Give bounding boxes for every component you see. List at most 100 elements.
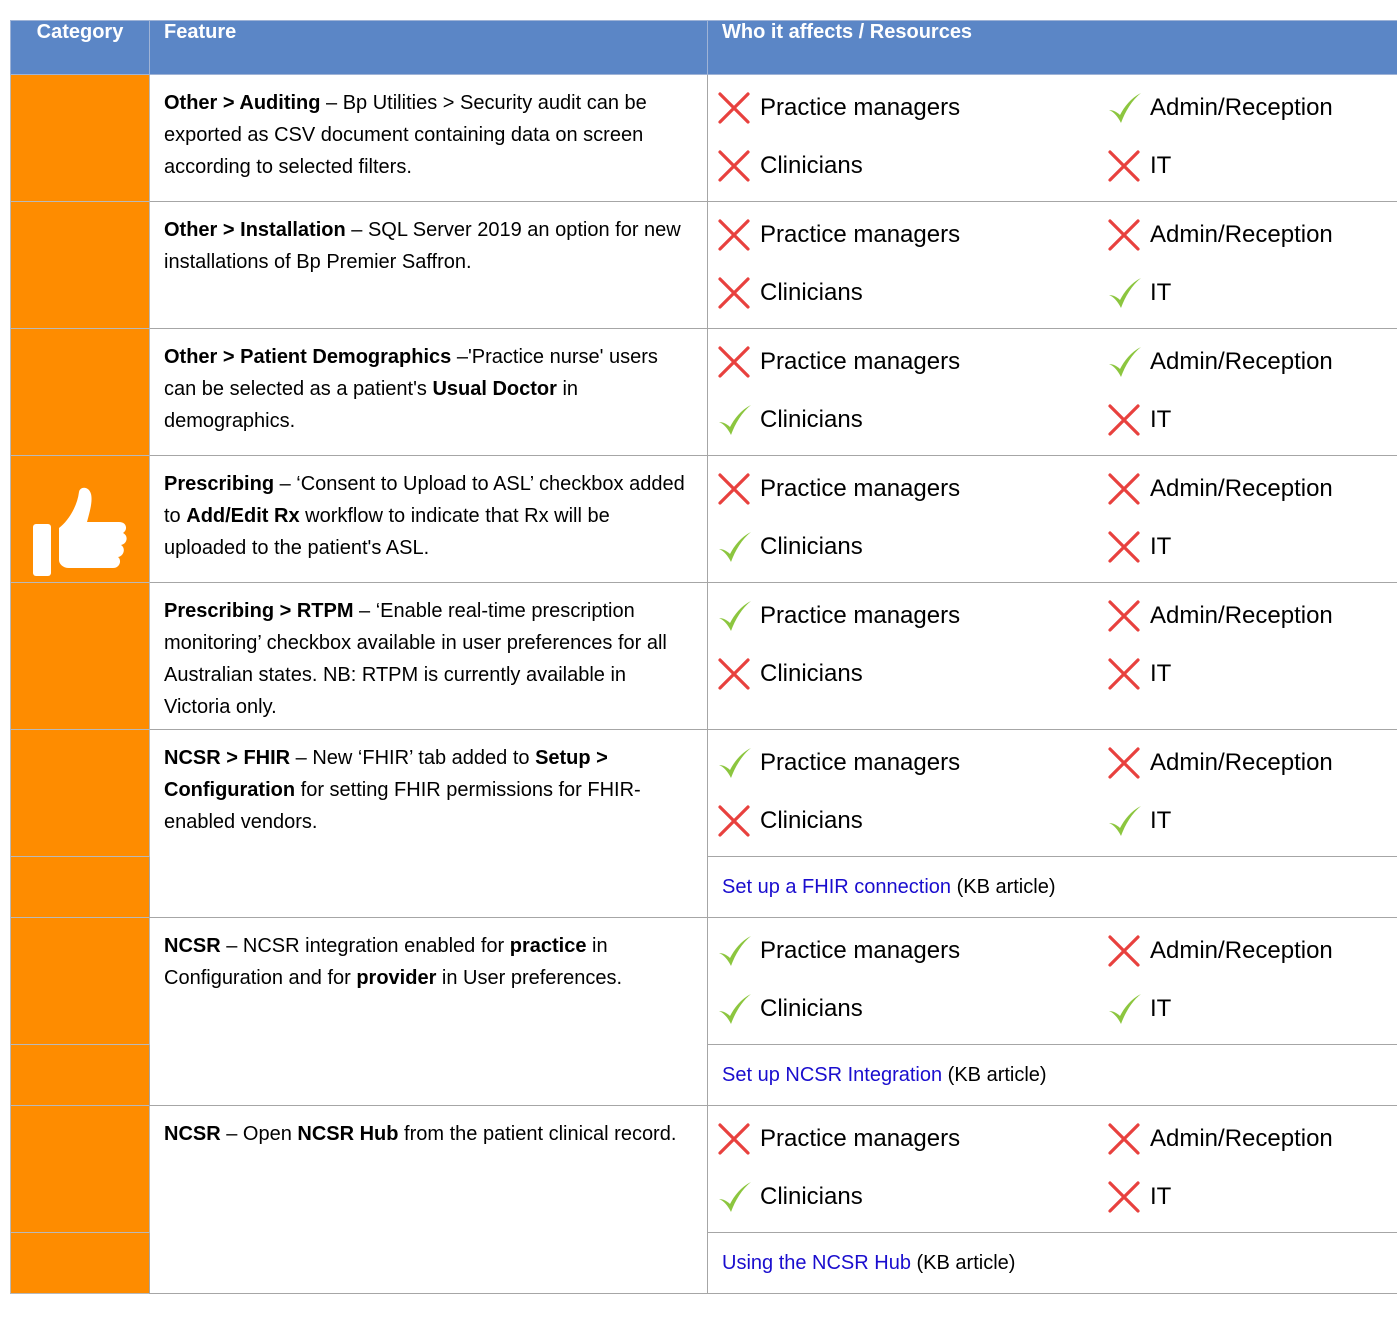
role-clin: Clinicians	[716, 264, 1106, 322]
role-label: Practice managers	[760, 602, 961, 629]
table-row: NCSR – Open NCSR Hub from the patient cl…	[10, 1105, 1397, 1294]
check-icon	[1106, 344, 1150, 380]
feature-cell: Other > Patient Demographics –'Practice …	[149, 328, 708, 456]
role-admin: Admin/Reception	[1106, 460, 1397, 518]
feature-emphasis: Other > Installation	[164, 219, 346, 241]
role-clin: Clinicians	[716, 518, 1106, 576]
role-label: Practice managers	[760, 475, 961, 502]
role-label: IT	[1150, 406, 1172, 433]
role-clin: Clinicians	[716, 645, 1106, 703]
feature-cell: Other > Installation – SQL Server 2019 a…	[149, 201, 708, 329]
role-admin: Admin/Reception	[1106, 587, 1397, 645]
check-icon	[716, 529, 760, 565]
role-label: Practice managers	[760, 94, 961, 121]
role-clin: Clinicians	[716, 137, 1106, 195]
cross-icon	[1106, 1179, 1150, 1215]
role-label: Practice managers	[760, 1125, 961, 1152]
cross-icon	[716, 803, 760, 839]
who-affects-cell: Practice managers Admin/Reception Clinicia…	[707, 74, 1397, 202]
role-it: IT	[1106, 645, 1397, 703]
resource-cell: Using the NCSR Hub (KB article)	[707, 1232, 1397, 1294]
feature-text: – New ‘FHIR’ tab added to	[290, 747, 536, 769]
role-label: Admin/Reception	[1150, 602, 1333, 629]
role-label: Admin/Reception	[1150, 348, 1333, 375]
category-cell	[10, 1105, 150, 1233]
kb-article-link[interactable]: Set up NCSR Integration	[722, 1064, 942, 1086]
cross-icon	[716, 471, 760, 507]
check-icon	[716, 745, 760, 781]
role-label: Admin/Reception	[1150, 1125, 1333, 1152]
feature-emphasis: NCSR Hub	[297, 1123, 399, 1145]
feature-emphasis: Prescribing	[164, 473, 275, 495]
feature-text: – NCSR integration enabled for	[220, 935, 510, 957]
role-label: Admin/Reception	[1150, 475, 1333, 502]
cross-icon	[716, 148, 760, 184]
resource-cell: Set up a FHIR connection (KB article)	[707, 856, 1397, 918]
role-clin: Clinicians	[716, 1168, 1106, 1226]
check-icon	[716, 933, 760, 969]
who-affects-cell: Practice managers Admin/Reception Clinicia…	[707, 729, 1397, 857]
role-label: Clinicians	[760, 995, 863, 1022]
table-row: Prescribing > RTPM – ‘Enable real-time p…	[10, 582, 1397, 730]
role-admin: Admin/Reception	[1106, 922, 1397, 980]
role-clin: Clinicians	[716, 792, 1106, 850]
who-affects-grid: Practice managers Admin/Reception Clinicia…	[716, 460, 1397, 576]
role-label: Practice managers	[760, 348, 961, 375]
table-row: NCSR – NCSR integration enabled for prac…	[10, 917, 1397, 1106]
feature-cell: Prescribing – ‘Consent to Upload to ASL’…	[149, 455, 708, 583]
role-pm: Practice managers	[716, 734, 1106, 792]
feature-cell: NCSR – Open NCSR Hub from the patient cl…	[149, 1105, 708, 1294]
who-affects-grid: Practice managers Admin/Reception Clinicia…	[716, 79, 1397, 195]
cross-icon	[1106, 1121, 1150, 1157]
who-affects-grid: Practice managers Admin/Reception Clinicia…	[716, 206, 1397, 322]
check-icon	[1106, 90, 1150, 126]
check-icon	[1106, 275, 1150, 311]
category-cell	[10, 74, 150, 202]
category-cell	[10, 201, 150, 329]
who-affects-cell: Practice managers Admin/Reception Clinicia…	[707, 582, 1397, 730]
role-pm: Practice managers	[716, 79, 1106, 137]
feature-cell: NCSR – NCSR integration enabled for prac…	[149, 917, 708, 1106]
who-affects-cell: Practice managers Admin/Reception Clinicia…	[707, 1105, 1397, 1233]
who-affects-grid: Practice managers Admin/Reception Clinicia…	[716, 922, 1397, 1038]
cross-icon	[716, 275, 760, 311]
role-admin: Admin/Reception	[1106, 1110, 1397, 1168]
category-cell	[10, 582, 150, 730]
check-icon	[716, 991, 760, 1027]
role-label: IT	[1150, 279, 1172, 306]
role-label: Clinicians	[760, 152, 863, 179]
cross-icon	[716, 344, 760, 380]
category-cell	[10, 917, 150, 1045]
table-row: Other > Patient Demographics –'Practice …	[10, 328, 1397, 456]
header-who-affects: Who it affects / Resources	[707, 20, 1397, 75]
role-admin: Admin/Reception	[1106, 734, 1397, 792]
who-affects-cell: Practice managers Admin/Reception Clinicia…	[707, 201, 1397, 329]
kb-article-link[interactable]: Set up a FHIR connection	[722, 876, 951, 898]
feature-cell: Prescribing > RTPM – ‘Enable real-time p…	[149, 582, 708, 730]
category-cell	[10, 856, 150, 918]
check-icon	[1106, 803, 1150, 839]
role-label: IT	[1150, 533, 1172, 560]
who-affects-grid: Practice managers Admin/Reception Clinicia…	[716, 734, 1397, 850]
table-row: Other > Auditing – Bp Utilities > Securi…	[10, 74, 1397, 202]
check-icon	[716, 598, 760, 634]
table-row: Prescribing – ‘Consent to Upload to ASL’…	[10, 455, 1397, 583]
cross-icon	[716, 656, 760, 692]
header-category: Category	[10, 20, 150, 75]
feature-emphasis: Prescribing > RTPM	[164, 600, 354, 622]
role-it: IT	[1106, 264, 1397, 322]
kb-article-suffix: (KB article)	[942, 1063, 1047, 1086]
cross-icon	[1106, 148, 1150, 184]
role-it: IT	[1106, 792, 1397, 850]
role-admin: Admin/Reception	[1106, 79, 1397, 137]
feature-emphasis: Usual Doctor	[432, 378, 557, 400]
who-affects-cell: Practice managers Admin/Reception Clinicia…	[707, 455, 1397, 583]
cross-icon	[1106, 402, 1150, 438]
table-row: Other > Installation – SQL Server 2019 a…	[10, 201, 1397, 329]
cross-icon	[1106, 656, 1150, 692]
who-affects-cell: Practice managers Admin/Reception Clinicia…	[707, 328, 1397, 456]
role-label: IT	[1150, 807, 1172, 834]
role-label: Practice managers	[760, 221, 961, 248]
role-pm: Practice managers	[716, 333, 1106, 391]
kb-article-link[interactable]: Using the NCSR Hub	[722, 1252, 911, 1274]
